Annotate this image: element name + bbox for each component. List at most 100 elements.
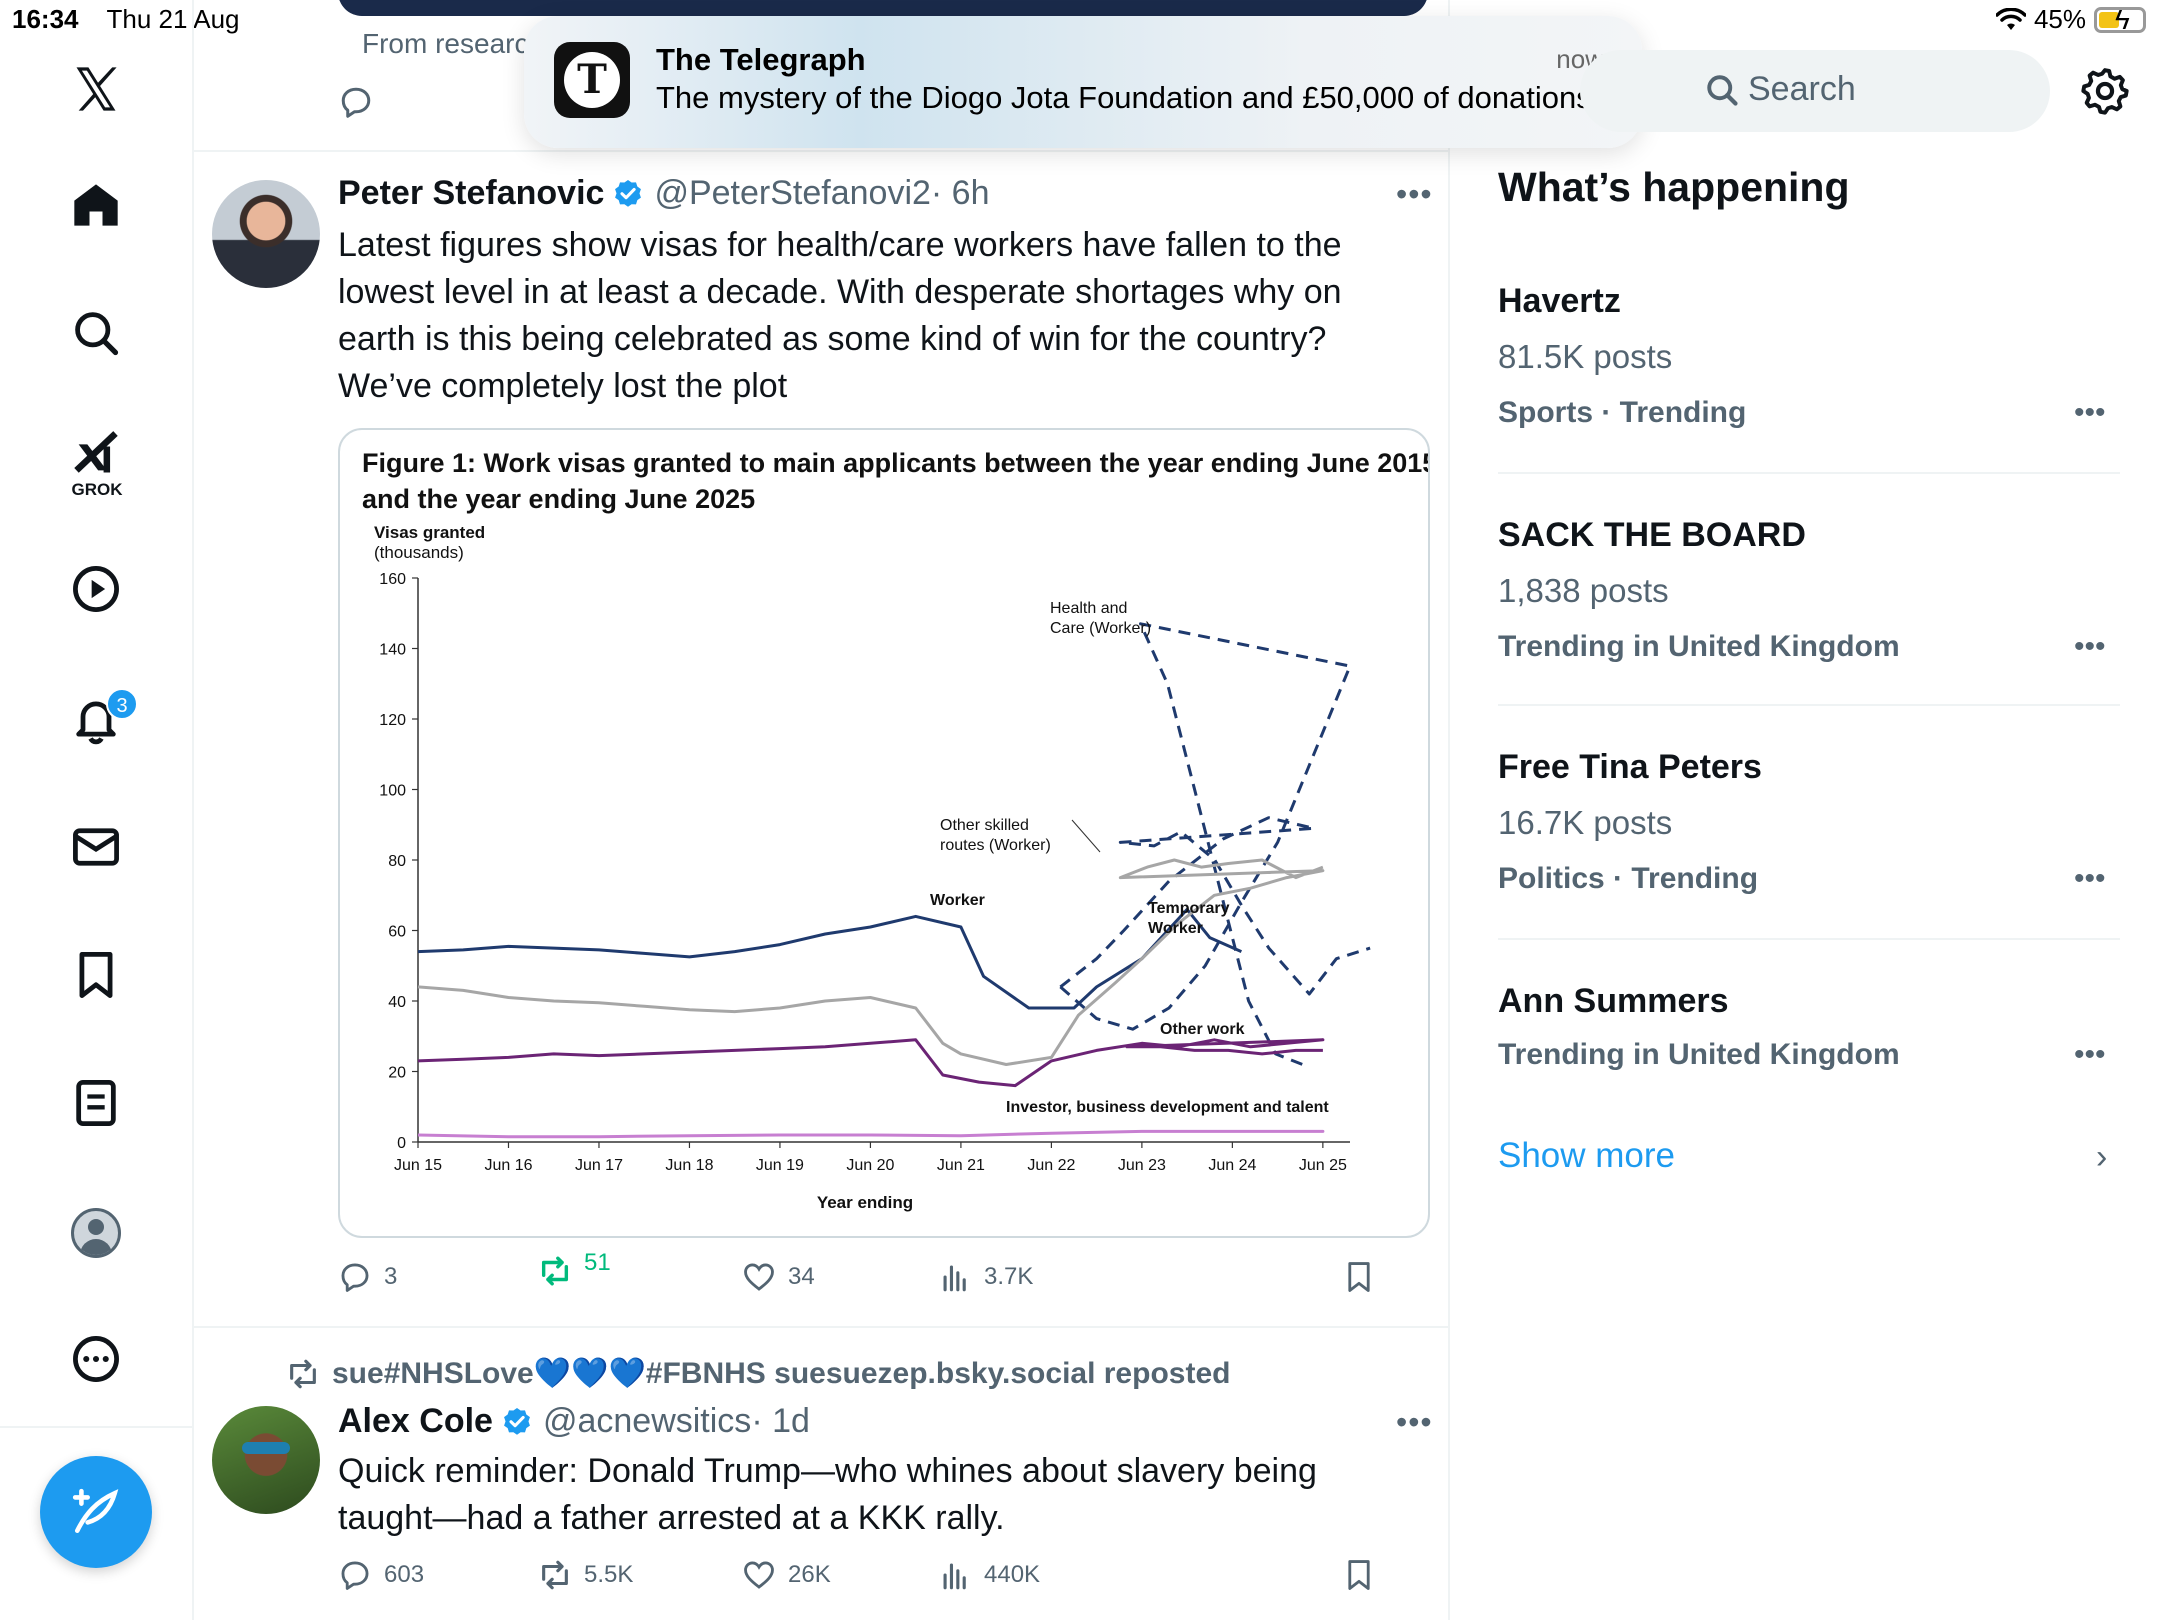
tweet-author-name[interactable]: Peter Stefanovic [338, 174, 604, 213]
wifi-icon [1995, 7, 2026, 30]
tweet-media-chart[interactable]: Figure 1: Work visas granted to main app… [338, 428, 1430, 1238]
chart-title-line: Figure 1: Work visas granted to main app… [362, 448, 1430, 478]
like-count: 34 [788, 1263, 815, 1290]
previous-tweet-source: From researc [362, 28, 529, 59]
views-chart-icon [943, 1265, 966, 1292]
chart-plot-area: 0 20 40 60 80 100 120 140 160 Jun 15 Jun 16 Jun 17 J… [379, 571, 1371, 1174]
push-notification[interactable]: T The Telegraph The mystery of the Diogo… [524, 16, 1642, 148]
repost-button[interactable]: 51 [538, 1249, 611, 1288]
chart-annotation: Temporary [1148, 900, 1230, 917]
views-chart-icon [943, 1563, 966, 1590]
trend-context: Trending in United Kingdom [1498, 1038, 1900, 1071]
bookmarks-icon[interactable] [67, 946, 125, 1004]
bookmark-button[interactable] [1342, 1260, 1376, 1294]
chart-x-tick-label: Jun 22 [1027, 1157, 1075, 1174]
tweet-author-name[interactable]: Alex Cole [338, 1402, 493, 1441]
chevron-right-icon[interactable]: › [2096, 1138, 2107, 1177]
trend-name: Ann Summers [1498, 982, 1729, 1020]
tweet-text-line: taught—had a father arrested at a KKK ra… [338, 1499, 1005, 1537]
repost-count: 51 [584, 1249, 611, 1276]
chart-annotation: Worker [1148, 920, 1203, 937]
like-button[interactable]: 26K [742, 1558, 831, 1592]
tweet-author-avatar[interactable] [212, 1406, 320, 1514]
home-icon[interactable] [67, 176, 125, 234]
reposted-by-line[interactable]: sue#NHSLove💙💙💙#FBNHS suesuezep.bsky.soci… [286, 1356, 1230, 1391]
chart-y-tick-label: 0 [397, 1135, 406, 1152]
trend-name: Havertz [1498, 282, 1621, 320]
nav-divider [0, 1426, 194, 1428]
video-play-icon[interactable] [67, 560, 125, 618]
chart-y-tick-label: 100 [379, 783, 406, 800]
bookmark-icon [1348, 1560, 1370, 1590]
verified-badge-icon [504, 1407, 530, 1435]
settings-gear-icon[interactable] [2080, 66, 2130, 116]
tweet-text-line: Latest figures show visas for health/car… [338, 226, 1342, 264]
battery-percent: 45% [2033, 4, 2086, 34]
tweet-timestamp[interactable]: · 6h [931, 174, 990, 213]
tweet-author-handle[interactable]: @acnewsitics [543, 1402, 751, 1441]
reply-icon [341, 87, 371, 118]
trend-more-icon[interactable]: ••• [2074, 630, 2106, 664]
reply-icon [341, 1263, 369, 1292]
bookmark-button[interactable] [1342, 1558, 1376, 1592]
tweet-timestamp[interactable]: · 1d [751, 1402, 810, 1441]
notification-body: The mystery of the Diogo Jota Foundation… [656, 80, 1592, 115]
search-box[interactable]: Search [1580, 50, 2050, 132]
explore-search-icon[interactable] [67, 304, 125, 362]
chart-x-tick-label: Jun 24 [1208, 1157, 1256, 1174]
chart-annotation: Investor, business development and talen… [1006, 1099, 1329, 1116]
previous-tweet-reply-button[interactable] [338, 84, 374, 125]
chart-series-line [417, 907, 1243, 1010]
tweet-more-options-icon[interactable]: ••• [1396, 1404, 1433, 1441]
chart-y-tick-label: 40 [388, 994, 406, 1011]
show-more-link[interactable]: Show more [1498, 1136, 1675, 1176]
reply-button[interactable]: 603 [338, 1558, 424, 1592]
chart-y-tick-label: 60 [388, 924, 406, 941]
previous-tweet-media[interactable] [338, 0, 1428, 16]
trend-more-icon[interactable]: ••• [2074, 396, 2106, 430]
tweet-header: Peter Stefanovic @PeterStefanovi2 · 6h [338, 174, 990, 213]
chart-annotation: routes (Worker) [940, 837, 1051, 854]
tweet-text: Latest figures show visas for health/car… [338, 222, 1418, 410]
bookmark-icon [1348, 1262, 1370, 1292]
telegraph-app-icon: T [554, 42, 630, 118]
tweet-text-line: We’ve completely lost the plot [338, 367, 788, 405]
tweet-divider [194, 150, 1448, 152]
chart-series-line [1059, 622, 1352, 1066]
lists-icon[interactable] [67, 1074, 125, 1132]
x-logo-icon[interactable] [67, 60, 125, 118]
messages-envelope-icon[interactable] [67, 818, 125, 876]
trend-more-icon[interactable]: ••• [2074, 862, 2106, 896]
chart-ylabel-unit: (thousands) [374, 543, 464, 562]
tweet-author-handle[interactable]: @PeterStefanovi2 [654, 174, 930, 213]
reply-button[interactable]: 3 [338, 1260, 397, 1294]
grok-icon[interactable] [67, 424, 125, 482]
more-options-icon[interactable] [67, 1330, 125, 1388]
chart-annotation-pointer [1071, 819, 1101, 853]
chart-x-tick-label: Jun 25 [1299, 1157, 1347, 1174]
chart-y-tick-label: 80 [388, 853, 406, 870]
views-button[interactable]: 440K [938, 1558, 1040, 1592]
trend-post-count: 16.7K posts [1498, 804, 1673, 841]
tweet-divider [194, 1326, 1448, 1328]
chart-series-line [417, 1129, 1325, 1139]
chart-y-tick-label: 160 [379, 571, 406, 588]
profile-avatar[interactable] [71, 1208, 121, 1258]
chart-y-tick-label: 140 [379, 642, 406, 659]
tweet-more-options-icon[interactable]: ••• [1396, 176, 1433, 213]
repost-button[interactable]: 5.5K [538, 1558, 633, 1592]
notifications-badge: 3 [106, 688, 138, 720]
tweet-author-avatar[interactable] [212, 180, 320, 288]
views-button[interactable]: 3.7K [938, 1260, 1033, 1294]
battery-icon: ϟ [2094, 4, 2146, 35]
trend-more-icon[interactable]: ••• [2074, 1038, 2106, 1072]
status-bar-right: 45% ϟ [1995, 4, 2146, 35]
like-button[interactable]: 34 [742, 1260, 815, 1294]
tweet-text-line: Quick reminder: Donald Trump—who whines … [338, 1452, 1317, 1490]
notification-title: The Telegraph [656, 42, 866, 77]
grok-label: GROK [71, 480, 123, 499]
tweet-text: Quick reminder: Donald Trump—who whines … [338, 1448, 1418, 1542]
reply-count: 3 [384, 1263, 398, 1290]
repost-icon [541, 1256, 569, 1286]
compose-post-button[interactable] [40, 1456, 152, 1568]
